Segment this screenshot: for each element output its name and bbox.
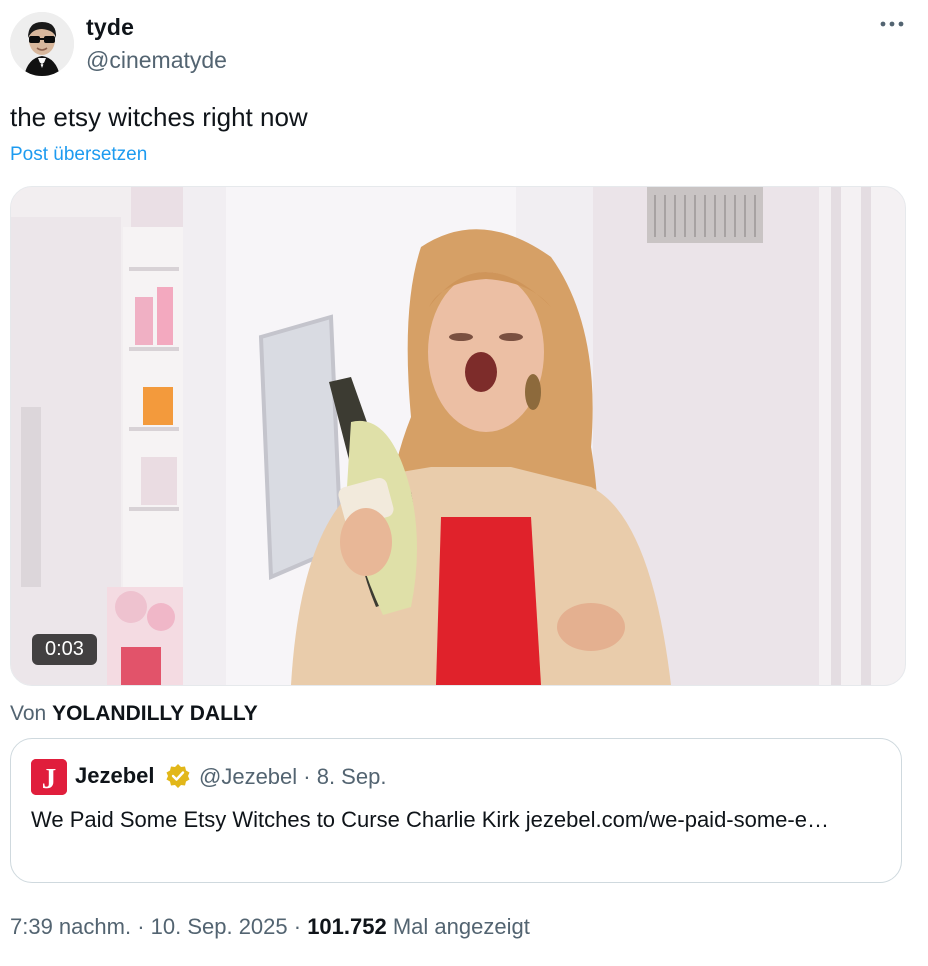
media-source-prefix: Von	[10, 702, 47, 725]
post-header: tyde @cinematyde	[10, 12, 908, 78]
jezebel-logo-icon[interactable]: J	[31, 759, 67, 795]
quote-text: We Paid Some Etsy Witches to Curse Charl…	[31, 807, 829, 832]
media-source: Von YOLANDILLY DALLY	[10, 702, 258, 726]
view-count-label: Mal angezeigt	[386, 914, 530, 939]
view-count: 101.752	[307, 914, 387, 939]
post-text: the etsy witches right now	[10, 102, 308, 132]
video-player[interactable]: 0:03	[10, 186, 906, 686]
post-timestamp[interactable]: 7:39 nachm. · 10. Sep. 2025 ·	[10, 914, 307, 939]
video-duration: 0:03	[32, 634, 97, 665]
quote-handle-date[interactable]: @Jezebel · 8. Sep.	[199, 764, 386, 790]
quoted-post[interactable]: J Jezebel @Jezebel · 8. Sep. We Paid Som…	[10, 738, 902, 883]
post-footer: 7:39 nachm. · 10. Sep. 2025 · 101.752 Ma…	[10, 914, 530, 940]
video-frame	[11, 187, 905, 685]
media-source-name[interactable]: YOLANDILLY DALLY	[52, 702, 258, 725]
author-name[interactable]: tyde	[86, 14, 134, 41]
jezebel-logo-letter: J	[42, 763, 57, 795]
more-options-icon[interactable]	[876, 8, 908, 40]
author-handle[interactable]: @cinematyde	[86, 47, 227, 74]
translate-post-link[interactable]: Post übersetzen	[10, 144, 147, 166]
verified-badge-icon	[165, 763, 191, 789]
quote-author-name[interactable]: Jezebel	[75, 763, 155, 789]
author-avatar[interactable]	[10, 12, 74, 76]
